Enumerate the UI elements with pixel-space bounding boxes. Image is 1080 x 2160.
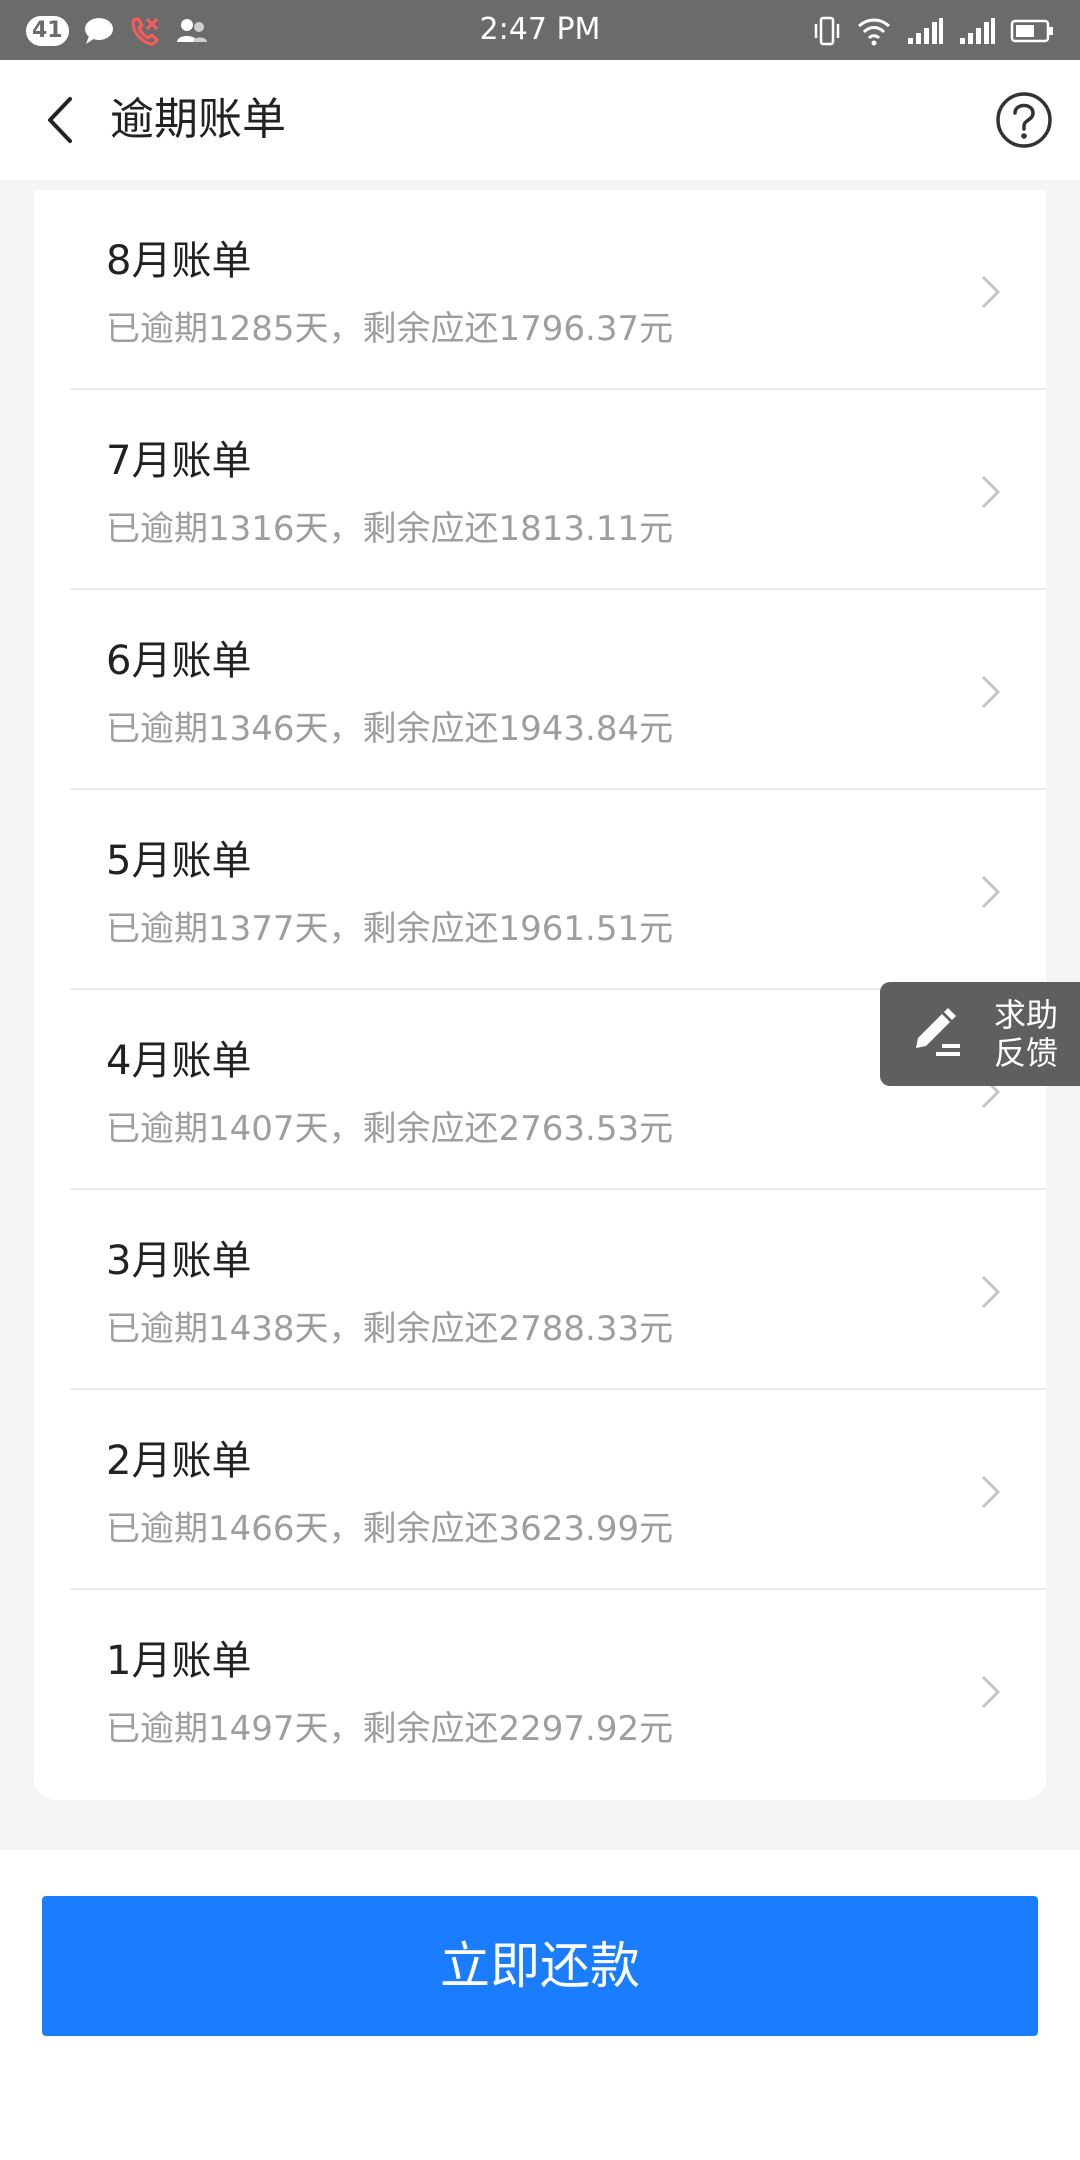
bottom-bar: 立即还款 [0, 1850, 1080, 2160]
bill-overdue-desc: 已逾期1438天，剩余应还2788.33元 [106, 1309, 674, 1349]
chevron-right-icon [982, 676, 1000, 708]
bill-title: 8月账单 [106, 238, 252, 284]
chevron-right-icon [982, 876, 1000, 908]
signal-icon [908, 18, 943, 44]
bill-overdue-desc: 已逾期1407天，剩余应还2763.53元 [106, 1109, 674, 1149]
battery-icon [1010, 19, 1053, 43]
page-title: 逾期账单 [110, 94, 286, 145]
help-feedback-line1: 求助 [994, 996, 1059, 1034]
vibrate-icon [814, 16, 840, 46]
chevron-right-icon [982, 1276, 1000, 1308]
bill-title: 2月账单 [106, 1438, 252, 1484]
help-feedback-line2: 反馈 [994, 1034, 1059, 1072]
chevron-left-icon [48, 97, 72, 143]
chevron-right-icon [982, 1476, 1000, 1508]
question-circle-icon [996, 92, 1052, 148]
bill-overdue-desc: 已逾期1377天，剩余应还1961.51元 [106, 909, 674, 949]
bill-overdue-desc: 已逾期1497天，剩余应还2297.92元 [106, 1709, 674, 1749]
bill-item[interactable]: 2月账单 已逾期1466天，剩余应还3623.99元 [70, 1390, 1046, 1590]
signal-2-icon [960, 18, 995, 44]
bill-title: 4月账单 [106, 1038, 252, 1084]
bill-item[interactable]: 6月账单 已逾期1346天，剩余应还1943.84元 [70, 590, 1046, 790]
chevron-right-icon [982, 1676, 1000, 1708]
bill-overdue-desc: 已逾期1316天，剩余应还1813.11元 [106, 509, 674, 549]
back-button[interactable] [30, 90, 90, 150]
help-feedback-float-button[interactable]: 求助 反馈 [880, 982, 1080, 1086]
bill-overdue-desc: 已逾期1346天，剩余应还1943.84元 [106, 709, 674, 749]
bill-item[interactable]: 8月账单 已逾期1285天，剩余应还1796.37元 [70, 190, 1046, 390]
pen-icon [916, 1008, 960, 1056]
wifi-icon [858, 18, 890, 46]
header: 逾期账单 [0, 60, 1080, 180]
status-bar: 41 2:47 PM [0, 0, 1080, 60]
chevron-right-icon [982, 276, 1000, 308]
bill-item[interactable]: 7月账单 已逾期1316天，剩余应还1813.11元 [70, 390, 1046, 590]
bill-item[interactable]: 5月账单 已逾期1377天，剩余应还1961.51元 [70, 790, 1046, 990]
bill-title: 6月账单 [106, 638, 252, 684]
bill-title: 1月账单 [106, 1638, 252, 1684]
bill-item[interactable]: 1月账单 已逾期1497天，剩余应还2297.92元 [70, 1590, 1046, 1790]
bill-title: 3月账单 [106, 1238, 252, 1284]
bill-overdue-desc: 已逾期1466天，剩余应还3623.99元 [106, 1509, 674, 1549]
chevron-right-icon [982, 476, 1000, 508]
bill-overdue-desc: 已逾期1285天，剩余应还1796.37元 [106, 309, 674, 349]
status-right-icons [812, 14, 1054, 48]
pay-now-button[interactable]: 立即还款 [42, 1896, 1038, 2036]
help-feedback-label: 求助 反馈 [994, 996, 1074, 1072]
help-button[interactable] [994, 90, 1054, 150]
bill-item[interactable]: 3月账单 已逾期1438天，剩余应还2788.33元 [70, 1190, 1046, 1390]
bill-title: 5月账单 [106, 838, 252, 884]
bill-title: 7月账单 [106, 438, 252, 484]
